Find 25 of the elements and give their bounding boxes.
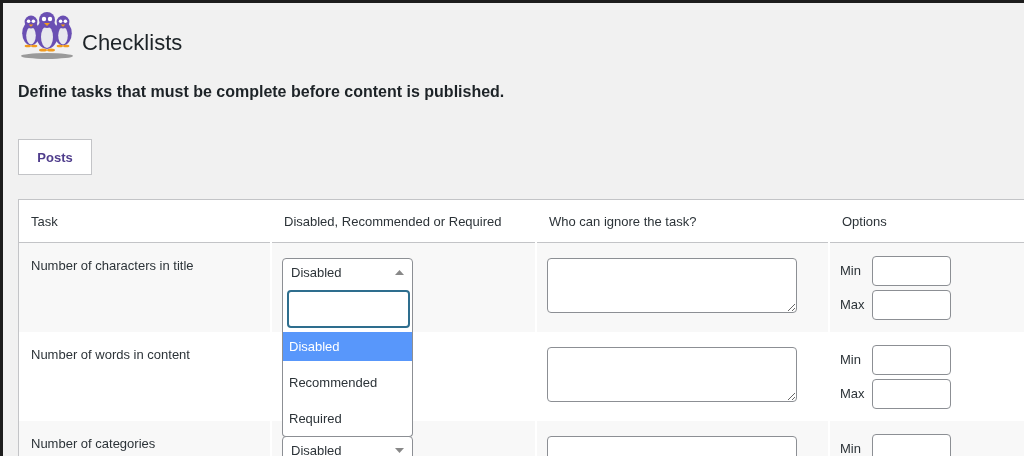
roles-field[interactable] [547,347,797,402]
option-label: Min [840,263,862,279]
option-label: Min [840,352,862,368]
penguins-logo-icon [18,10,76,60]
task-name: Number of characters in title [31,258,194,273]
option-label: Max [840,297,866,313]
posts-tab[interactable]: Posts [18,139,92,175]
status-select[interactable]: Disabled [282,436,413,456]
number-field[interactable] [872,256,951,286]
task-name: Number of words in content [31,347,190,362]
caret-icon [395,448,404,453]
page-description: Define tasks that must be complete before content is published. [17,83,506,101]
number-field[interactable] [872,345,951,375]
caret-icon [395,270,404,275]
number-field[interactable] [872,290,951,320]
page-title: Checklists [82,30,183,56]
option-label: Min [840,441,862,456]
number-field[interactable] [872,379,951,409]
number-field[interactable] [872,434,951,456]
dropdown-option[interactable]: Required [283,404,412,433]
option-label: Max [840,386,866,402]
search-field[interactable] [287,290,410,328]
dropdown-option[interactable]: Recommended [283,368,412,397]
task-name: Number of categories [31,436,156,451]
roles-field[interactable] [547,258,797,313]
